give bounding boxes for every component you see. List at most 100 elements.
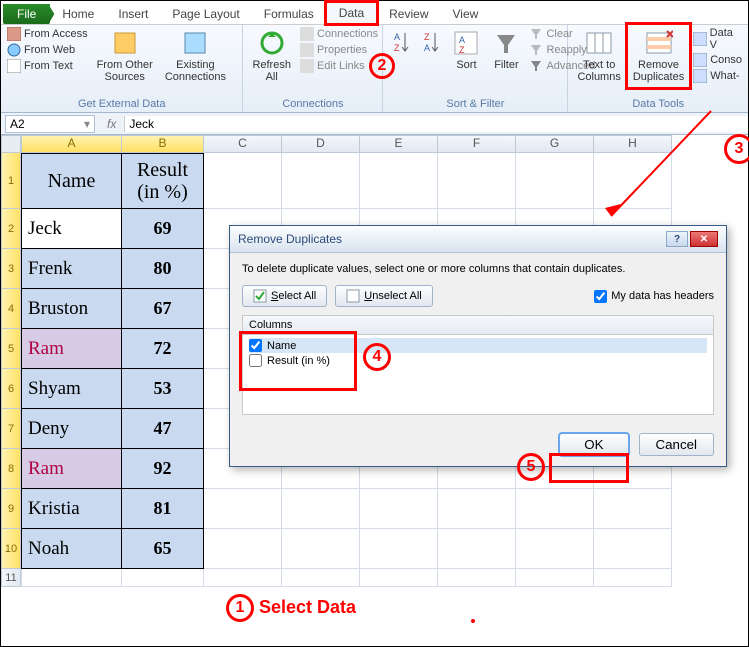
headers-checkbox-input[interactable] (594, 290, 607, 303)
col-opt-checkbox[interactable] (249, 339, 262, 352)
tab-review[interactable]: Review (377, 4, 440, 24)
col-header-e[interactable]: E (360, 135, 438, 153)
empty-cell[interactable] (21, 569, 122, 587)
tab-page-layout[interactable]: Page Layout (160, 4, 251, 24)
from-text-btn[interactable]: From Text (7, 59, 88, 73)
cell-b2[interactable]: 69 (122, 209, 204, 249)
empty-cell[interactable] (360, 529, 438, 569)
empty-cell[interactable] (594, 569, 672, 587)
row-header-8[interactable]: 8 (1, 449, 21, 489)
refresh-all-btn[interactable]: Refresh All (249, 27, 294, 85)
row-header-7[interactable]: 7 (1, 409, 21, 449)
select-all-btn[interactable]: Select All (242, 285, 327, 307)
empty-cell[interactable] (516, 153, 594, 209)
row-header-3[interactable]: 3 (1, 249, 21, 289)
row-header-4[interactable]: 4 (1, 289, 21, 329)
empty-cell[interactable] (360, 569, 438, 587)
dialog-help-btn[interactable]: ? (666, 231, 688, 247)
ok-button[interactable]: OK (559, 433, 628, 456)
empty-cell[interactable] (282, 489, 360, 529)
edit-links-btn[interactable]: Edit Links (300, 59, 378, 73)
formula-input[interactable]: Jeck (124, 116, 748, 132)
col-header-a[interactable]: A (21, 135, 122, 153)
col-header-c[interactable]: C (204, 135, 282, 153)
sort-az-btn[interactable]: AZ (389, 27, 413, 61)
empty-cell[interactable] (360, 153, 438, 209)
row-header-1[interactable]: 1 (1, 153, 21, 209)
dialog-titlebar[interactable]: Remove Duplicates ? ✕ (230, 226, 726, 253)
cell-a5[interactable]: Ram (21, 329, 122, 369)
col-opt-resultin[interactable]: Result (in %) (249, 353, 707, 368)
col-opt-checkbox[interactable] (249, 354, 262, 367)
cell-b8[interactable]: 92 (122, 449, 204, 489)
cell-b3[interactable]: 80 (122, 249, 204, 289)
empty-cell[interactable] (282, 529, 360, 569)
cell-b4[interactable]: 67 (122, 289, 204, 329)
empty-cell[interactable] (204, 529, 282, 569)
tab-insert[interactable]: Insert (106, 4, 160, 24)
empty-cell[interactable] (438, 153, 516, 209)
empty-cell[interactable] (204, 569, 282, 587)
empty-cell[interactable] (360, 489, 438, 529)
dialog-close-btn[interactable]: ✕ (690, 231, 718, 247)
tab-view[interactable]: View (441, 4, 491, 24)
empty-cell[interactable] (438, 529, 516, 569)
header-result[interactable]: Result (in %) (122, 153, 204, 209)
tab-data[interactable]: Data (326, 2, 377, 24)
fx-icon[interactable]: fx (99, 117, 124, 131)
properties-btn[interactable]: Properties (300, 43, 378, 57)
empty-cell[interactable] (516, 489, 594, 529)
cell-b9[interactable]: 81 (122, 489, 204, 529)
cell-a6[interactable]: Shyam (21, 369, 122, 409)
file-tab[interactable]: File (3, 4, 50, 24)
header-name[interactable]: Name (21, 153, 122, 209)
col-header-h[interactable]: H (594, 135, 672, 153)
empty-cell[interactable] (438, 569, 516, 587)
consolidate-btn[interactable]: Conso (693, 53, 742, 67)
sort-za-btn[interactable]: ZA (419, 27, 443, 61)
headers-checkbox[interactable]: My data has headers (594, 290, 714, 303)
cell-a8[interactable]: Ram (21, 449, 122, 489)
name-box[interactable]: A2▾ (5, 115, 95, 133)
tab-home[interactable]: Home (50, 4, 106, 24)
row-header-10[interactable]: 10 (1, 529, 21, 569)
row-header-11[interactable]: 11 (1, 569, 21, 587)
row-header-9[interactable]: 9 (1, 489, 21, 529)
empty-cell[interactable] (122, 569, 204, 587)
col-opt-name[interactable]: Name (249, 338, 707, 353)
empty-cell[interactable] (516, 529, 594, 569)
col-header-d[interactable]: D (282, 135, 360, 153)
data-validation-btn[interactable]: Data V (693, 27, 742, 51)
remove-duplicates-btn[interactable]: Remove Duplicates (630, 27, 687, 85)
cell-a10[interactable]: Noah (21, 529, 122, 569)
empty-cell[interactable] (438, 489, 516, 529)
col-header-b[interactable]: B (122, 135, 204, 153)
empty-cell[interactable] (594, 153, 672, 209)
tab-formulas[interactable]: Formulas (252, 4, 326, 24)
row-header-2[interactable]: 2 (1, 209, 21, 249)
col-header-g[interactable]: G (516, 135, 594, 153)
sort-btn[interactable]: AZSort (449, 27, 483, 73)
from-other-sources-btn[interactable]: From Other Sources (94, 27, 156, 85)
whatif-btn[interactable]: What- (693, 69, 742, 83)
text-to-columns-btn[interactable]: Text to Columns (574, 27, 623, 85)
empty-cell[interactable] (594, 529, 672, 569)
connections-btn[interactable]: Connections (300, 27, 378, 41)
cell-b5[interactable]: 72 (122, 329, 204, 369)
from-web-btn[interactable]: From Web (7, 43, 88, 57)
select-all-corner[interactable] (1, 135, 21, 153)
empty-cell[interactable] (282, 569, 360, 587)
cell-a4[interactable]: Bruston (21, 289, 122, 329)
empty-cell[interactable] (594, 489, 672, 529)
empty-cell[interactable] (282, 153, 360, 209)
col-header-f[interactable]: F (438, 135, 516, 153)
filter-btn[interactable]: Filter (489, 27, 523, 73)
cell-a9[interactable]: Kristia (21, 489, 122, 529)
cell-b6[interactable]: 53 (122, 369, 204, 409)
cell-a2[interactable]: Jeck (21, 209, 122, 249)
existing-connections-btn[interactable]: Existing Connections (162, 27, 229, 85)
cell-a3[interactable]: Frenk (21, 249, 122, 289)
cell-b7[interactable]: 47 (122, 409, 204, 449)
row-header-5[interactable]: 5 (1, 329, 21, 369)
empty-cell[interactable] (204, 153, 282, 209)
